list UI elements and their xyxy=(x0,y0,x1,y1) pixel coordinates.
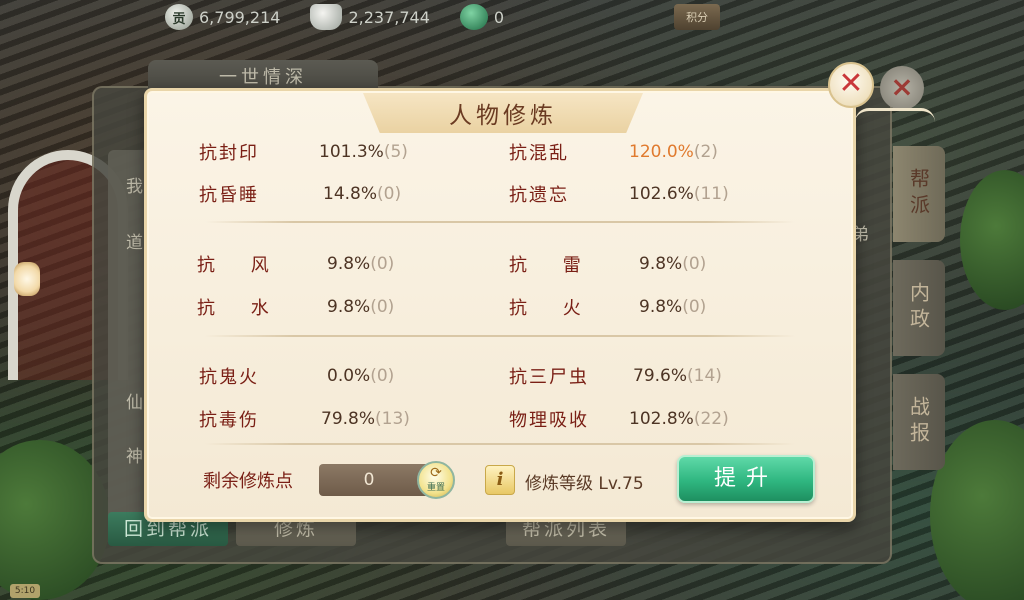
stat-value: 9.8%(0) xyxy=(639,254,707,274)
reset-label: 重置 xyxy=(426,483,445,493)
bottom-tag: 5:10 xyxy=(10,584,40,598)
stat-item: 抗毒伤 79.8%(13) xyxy=(199,406,410,432)
stat-label: 抗 火 xyxy=(509,298,583,319)
upgrade-button[interactable]: 提升 xyxy=(677,455,815,503)
stat-label: 抗三尸虫 xyxy=(509,367,589,388)
stat-label: 抗昏睡 xyxy=(199,185,259,206)
stat-value: 9.8%(0) xyxy=(639,297,707,317)
resource-jade: 0 xyxy=(459,4,505,30)
silver-ingot-icon xyxy=(310,4,343,30)
stat-item: 抗混乱 120.0%(2) xyxy=(509,139,718,165)
stat-label: 抗毒伤 xyxy=(199,410,259,431)
tab-internal-affairs[interactable]: 内政 xyxy=(893,260,945,356)
left-item[interactable]: 我 xyxy=(126,172,143,197)
tree-decoration xyxy=(960,170,1024,310)
stat-value: 101.3%(5) xyxy=(319,142,408,162)
divider xyxy=(205,221,795,223)
score-button[interactable]: 积分 xyxy=(674,4,721,30)
guild-panel-close-button[interactable]: × xyxy=(880,66,924,110)
stat-item: 抗三尸虫 79.6%(14) xyxy=(509,363,722,389)
stat-label: 抗 风 xyxy=(197,255,271,276)
tab-guild[interactable]: 帮派 xyxy=(893,146,945,242)
character-cultivation-dialog: 人物修炼 抗封印 101.3%(5) 抗混乱 120.0%(2) 抗昏睡 14.… xyxy=(144,88,856,522)
stat-value: 102.8%(22) xyxy=(629,409,729,429)
cultivation-controls: 剩余修炼点 0 ⟳ 重置 i 修炼等级 Lv.75 提升 xyxy=(147,451,859,511)
info-icon[interactable]: i xyxy=(485,465,515,495)
tab-battle-report[interactable]: 战报 xyxy=(893,374,945,470)
stat-label: 抗封印 xyxy=(199,143,259,164)
resource-bar: 贡 6,799,214 2,237,744 0 积分 xyxy=(165,0,865,34)
stat-label: 抗 水 xyxy=(197,298,271,319)
resource-contribution: 贡 6,799,214 xyxy=(165,4,280,30)
stat-value: 79.8%(13) xyxy=(321,409,410,429)
stat-value: 14.8%(0) xyxy=(323,184,402,204)
stat-item: 抗 风 9.8%(0) xyxy=(197,251,394,277)
stat-item: 抗封印 101.3%(5) xyxy=(199,139,408,165)
stat-value: 102.6%(11) xyxy=(629,184,729,204)
stat-value: 79.6%(14) xyxy=(633,366,722,386)
stat-label: 抗混乱 xyxy=(509,143,569,164)
divider xyxy=(205,335,795,337)
stat-item: 抗鬼火 0.0%(0) xyxy=(199,363,394,389)
lantern-decoration xyxy=(14,262,40,296)
resource-value: 2,237,744 xyxy=(348,7,430,27)
resource-value: 0 xyxy=(493,7,505,27)
close-dialog-button[interactable]: ✕ xyxy=(828,62,874,108)
stat-item: 抗昏睡 14.8%(0) xyxy=(199,181,401,207)
stat-item: 抗 水 9.8%(0) xyxy=(197,294,394,320)
reset-icon[interactable]: ⟳ 重置 xyxy=(417,461,455,499)
remaining-points-label: 剩余修炼点 xyxy=(203,471,293,492)
silver-coin-icon: 贡 xyxy=(165,4,193,30)
cultivation-level: 修炼等级 Lv.75 xyxy=(525,474,644,494)
stat-label: 抗遗忘 xyxy=(509,185,569,206)
left-item[interactable]: 道 xyxy=(126,228,143,253)
left-item[interactable]: 仙 xyxy=(126,388,143,413)
resistance-stats: 抗封印 101.3%(5) 抗混乱 120.0%(2) 抗昏睡 14.8%(0)… xyxy=(147,91,859,451)
swirl-decoration xyxy=(855,108,935,122)
stat-label: 物理吸收 xyxy=(509,410,589,431)
stat-value: 0.0%(0) xyxy=(327,366,395,386)
stat-value: 9.8%(0) xyxy=(327,254,395,274)
stat-item: 抗遗忘 102.6%(11) xyxy=(509,181,729,207)
stat-item: 抗 雷 9.8%(0) xyxy=(509,251,706,277)
resource-silver: 2,237,744 xyxy=(310,4,430,30)
stat-item: 物理吸收 102.8%(22) xyxy=(509,406,729,432)
stat-value: 9.8%(0) xyxy=(327,297,395,317)
stat-value: 120.0%(2) xyxy=(629,142,718,162)
resource-value: 6,799,214 xyxy=(199,7,281,27)
stat-label: 抗 雷 xyxy=(509,255,583,276)
left-item[interactable]: 神 xyxy=(126,442,143,467)
stat-item: 抗 火 9.8%(0) xyxy=(509,294,706,320)
stat-label: 抗鬼火 xyxy=(199,367,259,388)
jade-icon xyxy=(459,4,488,30)
divider xyxy=(205,443,795,445)
